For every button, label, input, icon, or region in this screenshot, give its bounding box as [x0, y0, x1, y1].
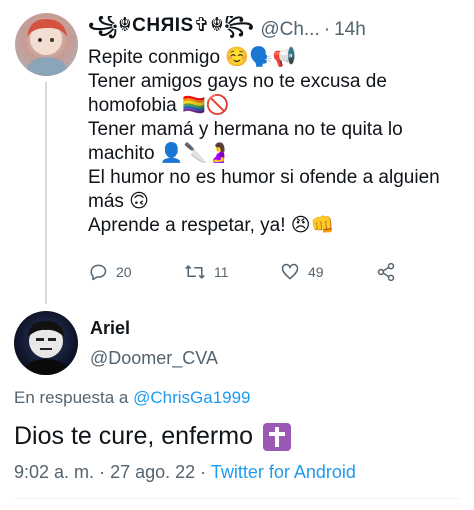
like-button[interactable]: 49 — [280, 262, 324, 282]
share-icon — [377, 262, 395, 282]
retweet-icon — [185, 265, 205, 279]
share-button[interactable] — [376, 262, 396, 282]
tweet-body: Dios te cure, enfermo — [14, 422, 253, 450]
separator-dot: · — [323, 19, 331, 40]
avatar-image — [22, 321, 70, 375]
latin-cross-icon — [263, 422, 291, 451]
display-name[interactable]: ꧁☬CHЯIS✞☬꧂ — [88, 16, 254, 44]
divider — [14, 498, 460, 499]
tweet-line: Tener mamá y hermana no te quita lo — [88, 119, 403, 140]
tweet-line: homofobia 🏳️‍🌈🚫 — [88, 95, 230, 116]
tweet-actions: 20 11 49 — [88, 262, 418, 286]
avatar[interactable] — [14, 311, 78, 375]
tweet-time[interactable]: 9:02 a. m. — [14, 462, 94, 482]
reply-handle-link[interactable]: @ChrisGa1999 — [133, 388, 250, 407]
tweet-date[interactable]: 27 ago. 22 — [110, 462, 195, 482]
tweet-time[interactable]: 14h — [334, 19, 366, 41]
thread-line — [45, 82, 47, 304]
tweet-source[interactable]: Twitter for Android — [211, 462, 356, 482]
like-icon — [281, 263, 299, 280]
like-count: 49 — [308, 264, 324, 280]
tweet-line: Aprende a respetar, ya! 😠👊 — [88, 215, 335, 236]
reply-context: En respuesta a @ChrisGa1999 — [14, 388, 251, 408]
tweet-line: El humor no es humor si ofende a alguien — [88, 167, 440, 188]
retweet-button[interactable]: 11 — [184, 262, 229, 282]
user-handle[interactable]: @Ch... — [260, 19, 319, 41]
tweet-text: Repite conmigo ☺️🗣️📢 Tener amigos gays n… — [88, 46, 460, 238]
tweet-line: Tener amigos gays no te excusa de — [88, 71, 387, 92]
tweet-header: ꧁☬CHЯIS✞☬꧂ @Ch... · 14h — [88, 16, 468, 44]
avatar-image — [25, 19, 69, 76]
reply-icon — [90, 264, 107, 281]
retweet-count: 11 — [214, 264, 229, 280]
reply-prefix: En respuesta a — [14, 388, 129, 407]
tweet-line: Repite conmigo ☺️🗣️📢 — [88, 47, 297, 68]
tweet-meta: 9:02 a. m. · 27 ago. 22 · Twitter for An… — [14, 462, 356, 483]
avatar[interactable] — [15, 13, 78, 76]
tweet-line: más 🙃 — [88, 191, 149, 212]
tweet-line: machito 👤🔪🤰 — [88, 143, 231, 164]
separator-dot: · — [99, 462, 106, 482]
reply-count: 20 — [116, 264, 132, 280]
display-name[interactable]: Ariel — [90, 318, 130, 339]
reply-button[interactable]: 20 — [88, 262, 132, 282]
tweet-text: Dios te cure, enfermo — [14, 422, 291, 451]
user-handle[interactable]: @Doomer_CVA — [90, 348, 218, 369]
separator-dot: · — [200, 462, 207, 482]
